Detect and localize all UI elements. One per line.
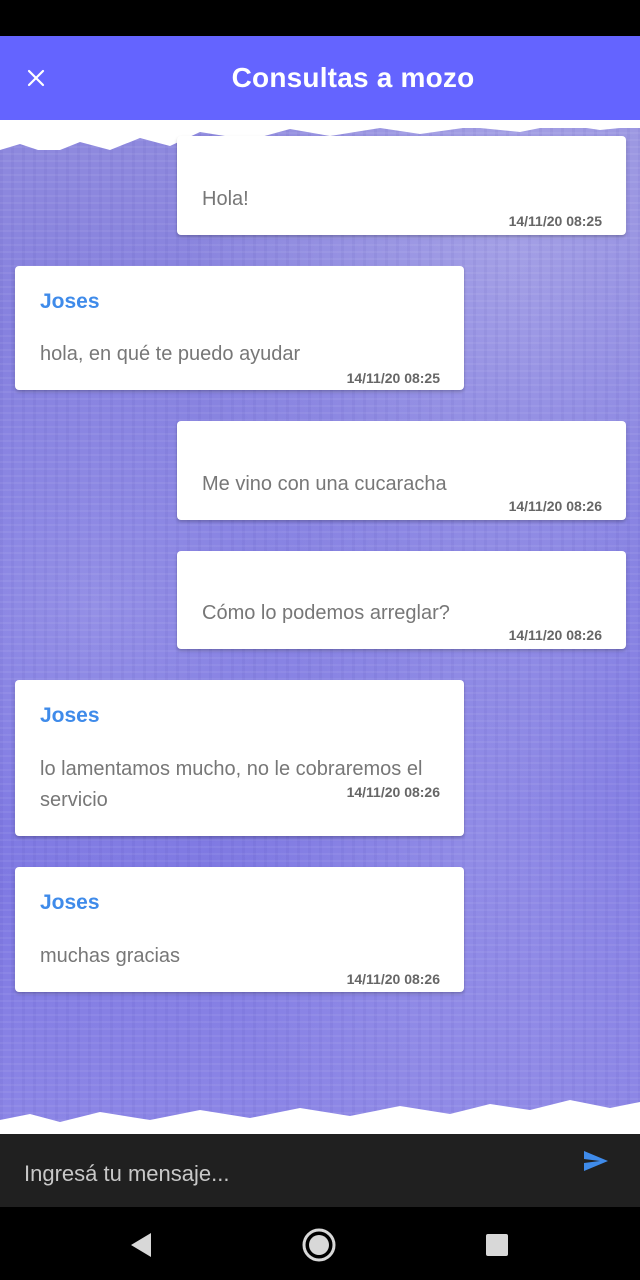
background-edge-bottom [0,1100,640,1134]
message-bubble: Joses hola, en qué te puedo ayudar 14/11… [15,266,464,390]
message-text: hola, en qué te puedo ayudar [40,343,301,365]
message-text: muchas gracias [40,945,181,967]
message-text: Cómo lo podemos arreglar? [202,602,450,624]
message-sender: Joses [40,704,100,727]
message-text: Me vino con una cucaracha [202,473,447,495]
home-icon [302,1228,336,1262]
chat-area[interactable]: Hola! 14/11/20 08:25 Joses hola, en qué … [0,120,640,1134]
nav-back-button[interactable] [121,1225,161,1265]
recents-icon [486,1234,508,1256]
message-time: 14/11/20 08:26 [346,971,440,987]
status-bar [0,0,640,36]
message-composer [0,1134,640,1207]
message-time: 14/11/20 08:26 [508,627,602,643]
message-bubble: Cómo lo podemos arreglar? 14/11/20 08:26 [177,551,626,649]
page-title: Consultas a mozo [231,62,475,93]
message-bubble: Me vino con una cucaracha 14/11/20 08:26 [177,421,626,520]
nav-recents-button[interactable] [477,1225,517,1265]
nav-home-button[interactable] [299,1225,339,1265]
message-input[interactable] [24,1150,544,1198]
message-bubble: Joses muchas gracias 14/11/20 08:26 [15,867,464,992]
send-button[interactable] [578,1146,614,1176]
system-nav-bar [0,1207,640,1280]
message-time: 14/11/20 08:26 [508,498,602,514]
message-time: 14/11/20 08:25 [346,370,440,386]
message-time: 14/11/20 08:26 [346,784,440,800]
message-text: Hola! [202,188,249,210]
app-bar: Consultas a mozo [0,36,640,120]
back-icon [131,1233,151,1257]
message-bubble: Hola! 14/11/20 08:25 [177,136,626,235]
message-time: 14/11/20 08:25 [508,213,602,229]
message-bubble: Joses lo lamentamos mucho, no le cobrare… [15,680,464,836]
message-sender: Joses [40,290,100,313]
message-sender: Joses [40,891,100,914]
send-icon [584,1151,608,1171]
